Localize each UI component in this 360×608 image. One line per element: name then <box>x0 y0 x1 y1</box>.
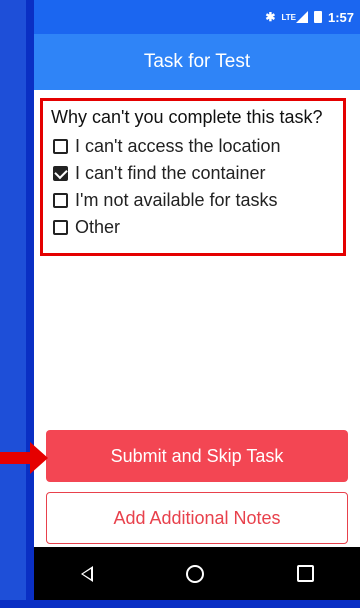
app-bar: Task for Test <box>34 34 360 90</box>
submit-skip-button[interactable]: Submit and Skip Task <box>46 430 348 482</box>
page-title: Task for Test <box>143 51 251 72</box>
reason-question-box: Why can't you complete this task? I can'… <box>40 98 346 256</box>
phone-screen: ✱ LTE 1:57 Task for Test Why can't you c… <box>34 0 360 600</box>
option-other[interactable]: Other <box>51 214 335 241</box>
option-label: Other <box>75 217 121 237</box>
option-label: I can't find the container <box>75 163 266 183</box>
system-nav-bar <box>34 547 360 600</box>
bluetooth-icon: ✱ <box>265 10 276 24</box>
checkbox-unchecked-icon[interactable] <box>53 220 68 235</box>
checkbox-unchecked-icon[interactable] <box>53 193 68 208</box>
question-text: Why can't you complete this task? <box>51 107 323 127</box>
option-label: I'm not available for tasks <box>75 190 278 210</box>
option-not-available[interactable]: I'm not available for tasks <box>51 187 335 214</box>
device-frame-edge <box>26 0 34 608</box>
option-label: I can't access the location <box>75 136 281 156</box>
nav-back-icon[interactable] <box>80 565 93 582</box>
checkbox-unchecked-icon[interactable] <box>53 139 68 154</box>
network-type: LTE <box>281 12 296 22</box>
option-cant-find-container[interactable]: I can't find the container <box>51 160 335 187</box>
red-arrow-icon <box>0 442 48 474</box>
option-cant-access-location[interactable]: I can't access the location <box>51 133 335 160</box>
add-notes-button[interactable]: Add Additional Notes <box>46 492 348 544</box>
device-frame-bottom <box>0 600 360 608</box>
status-bar: ✱ LTE 1:57 <box>34 0 360 34</box>
checkbox-checked-icon[interactable] <box>53 165 68 181</box>
status-time: 1:57 <box>327 9 354 25</box>
device-frame-left <box>0 0 26 608</box>
nav-home-icon[interactable] <box>185 564 204 583</box>
cell-signal-icon: LTE <box>281 11 308 23</box>
nav-recent-apps-icon[interactable] <box>296 565 314 582</box>
battery-icon <box>313 11 322 23</box>
